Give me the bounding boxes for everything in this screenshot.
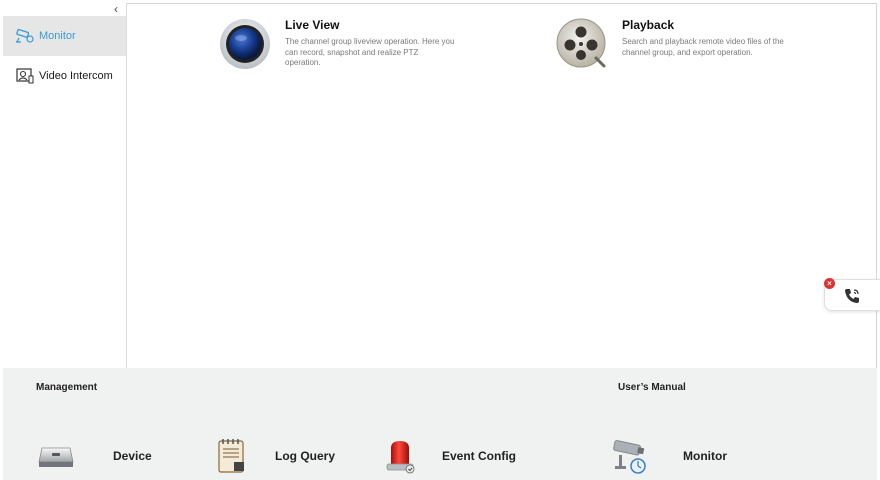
bottom-item-log-query[interactable]: Log Query (211, 436, 335, 476)
sidebar-item-monitor[interactable]: Monitor (3, 16, 126, 56)
live-view-module[interactable]: Live View The channel group liveview ope… (219, 18, 455, 70)
playback-title: Playback (622, 18, 675, 32)
bottom-item-monitor[interactable]: Monitor (610, 436, 727, 476)
sidebar: ‹ Monitor Video Intercom (3, 3, 127, 368)
playback-module[interactable]: Playback Search and playback remote vide… (556, 18, 792, 70)
bottom-item-label: Monitor (683, 449, 727, 463)
sidebar-item-label: Video Intercom (39, 70, 113, 82)
monitor-camera-icon (15, 28, 35, 44)
live-view-description: The channel group liveview operation. He… (285, 37, 455, 67)
collapse-sidebar-icon[interactable]: ‹ (107, 3, 125, 15)
sidebar-item-video-intercom[interactable]: Video Intercom (3, 56, 126, 96)
phone-call-icon (843, 287, 861, 310)
sidebar-item-label: Monitor (39, 30, 76, 42)
monitor-camera-icon (610, 436, 650, 476)
event-config-alarm-icon (380, 436, 420, 476)
bottom-item-label: Device (113, 449, 152, 463)
bottom-item-device[interactable]: Device (36, 436, 152, 476)
log-query-icon (211, 436, 251, 476)
close-call-icon[interactable]: × (824, 278, 835, 289)
bottom-item-event-config[interactable]: Event Config (380, 436, 516, 476)
users-manual-link[interactable]: User’s Manual (618, 382, 686, 393)
bottom-item-label: Log Query (275, 449, 336, 463)
live-view-lens-icon (219, 18, 271, 70)
playback-reel-icon (556, 18, 608, 70)
bottom-item-label: Event Config (442, 449, 516, 463)
video-intercom-icon (15, 68, 35, 84)
management-label: Management (36, 382, 98, 393)
playback-description: Search and playback remote video files o… (622, 37, 784, 57)
device-icon (36, 436, 76, 476)
live-view-title: Live View (285, 18, 340, 32)
